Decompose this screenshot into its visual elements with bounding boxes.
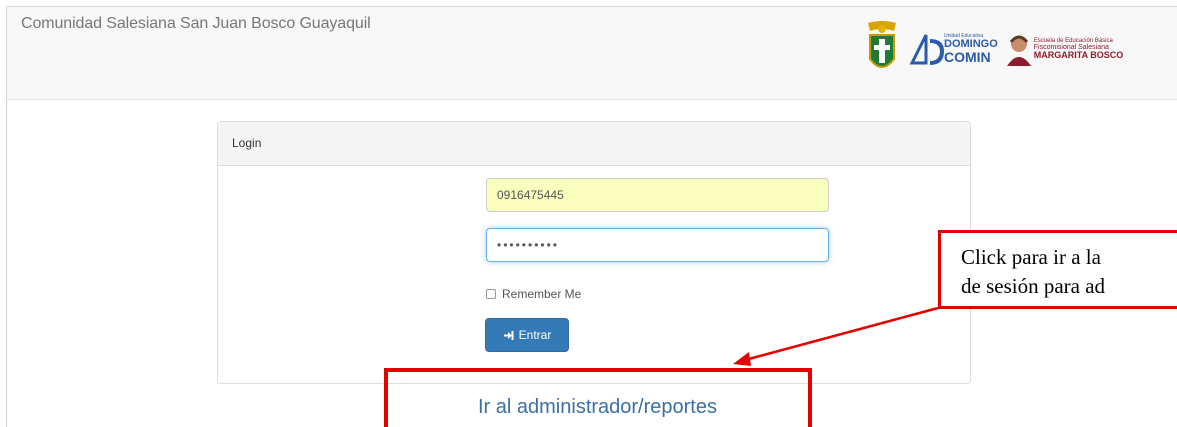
annotation-arrow <box>733 306 939 366</box>
